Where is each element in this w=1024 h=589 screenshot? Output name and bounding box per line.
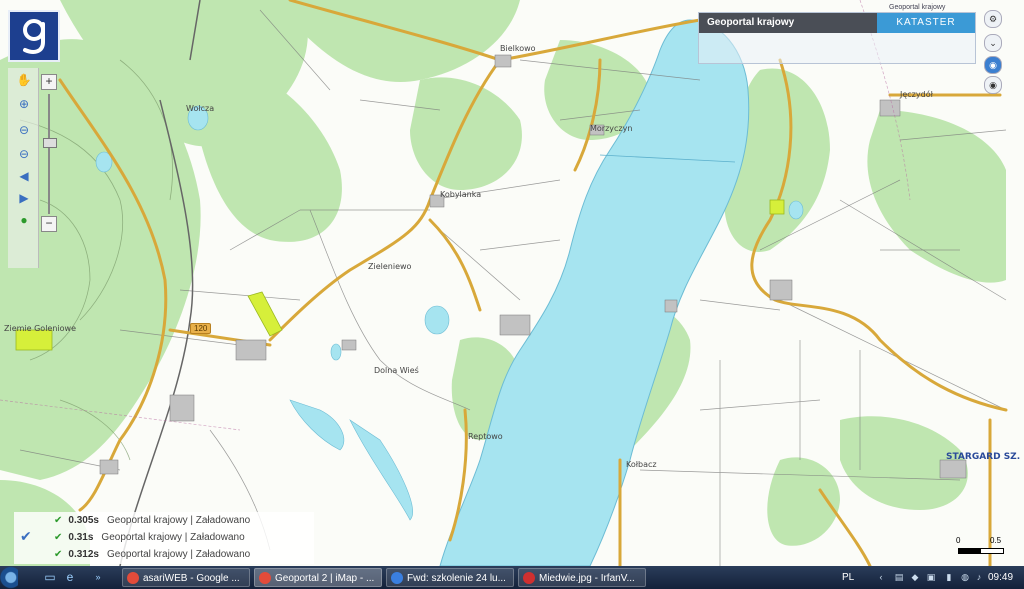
mail-icon [391, 572, 403, 584]
network-icon[interactable]: ◍ [960, 572, 970, 582]
scale-graphic [958, 548, 1004, 554]
start-button[interactable] [0, 566, 18, 589]
check-icon: ✔ [54, 549, 63, 560]
map-label: Ziemie Goleniowe [4, 324, 76, 333]
log-source: Geoportal krajowy [101, 532, 183, 543]
taskbar-item[interactable]: asariWEB - Google ... [122, 568, 250, 587]
check-icon: ✔ [54, 515, 63, 526]
log-time: 0.312s [68, 549, 99, 560]
system-tray: PL ‹ ▤ ◆ ▣ ▮ ◍ ♪ 09:49 [836, 566, 1024, 589]
hand-icon[interactable]: ✋ [16, 72, 32, 88]
task-label: Geoportal 2 | iMap - ... [275, 573, 375, 584]
chevron-right-icon[interactable]: » [90, 570, 106, 584]
irfanview-icon [523, 572, 535, 584]
log-row: ✔ 0.305s Geoportal krajowy | Załadowano [54, 515, 251, 526]
road-number-shield: 120 [190, 323, 212, 334]
scale-left-label: 0 [956, 536, 961, 545]
taskbar-item[interactable]: Miedwie.jpg - IrfanV... [518, 568, 646, 587]
map-label: Reptowo [468, 432, 503, 441]
log-status: Załadowano [195, 549, 251, 560]
log-time: 0.31s [68, 532, 94, 543]
app-icon[interactable]: ▣ [926, 572, 936, 582]
zoom-minus-button[interactable]: − [41, 216, 57, 232]
map-toolbar: ✋ ⊕ ⊖ ⊖ ◀ ▶ ● [8, 68, 39, 268]
layer-panel: Geoportal krajowy Geoportal krajowy KATA… [698, 4, 976, 64]
language-indicator[interactable]: PL [842, 566, 854, 589]
zoom-slider[interactable]: + − [40, 74, 58, 234]
printer-icon[interactable]: ▤ [894, 572, 904, 582]
chrome-icon [259, 572, 271, 584]
check-icon: ✔ [20, 528, 32, 544]
log-row: ✔ 0.31s Geoportal krajowy | Załadowano [54, 532, 245, 543]
map-label: Jęczydół [900, 90, 933, 99]
arrow-right-icon[interactable]: ▶ [16, 190, 32, 206]
geoportal-g-icon [23, 19, 45, 54]
info-icon[interactable]: ● [16, 212, 32, 228]
zoom-track[interactable] [48, 94, 50, 214]
zoom-out-icon[interactable]: ⊖ [16, 146, 32, 162]
map-label: Dolna Wieś [374, 366, 419, 375]
task-label: asariWEB - Google ... [143, 573, 240, 584]
map-label: Zieleniewo [368, 262, 412, 271]
taskbar-item[interactable]: Geoportal 2 | iMap - ... [254, 568, 382, 587]
scale-right-label: 0.5 [990, 536, 1002, 545]
scale-bar: 0 0.5 [956, 536, 1006, 558]
task-label: Miedwie.jpg - IrfanV... [539, 573, 635, 584]
zoom-in-icon[interactable]: ⊕ [16, 96, 32, 112]
arrow-left-icon[interactable]: ◀ [16, 168, 32, 184]
ie-icon[interactable]: e [62, 570, 78, 584]
log-source: Geoportal krajowy [106, 515, 188, 526]
taskbar-item[interactable]: Fwd: szkolenie 24 lu... [386, 568, 514, 587]
signal-icon[interactable]: ▮ [944, 572, 954, 582]
map-label: Wołcza [186, 104, 215, 113]
gear-icon[interactable]: ⚙ [984, 10, 1002, 28]
windows-taskbar: ▭ e » asariWEB - Google ... Geoportal 2 … [0, 566, 1024, 589]
log-status: Załadowano [195, 515, 251, 526]
shield-icon[interactable]: ◆ [910, 572, 920, 582]
map-label: Kołbacz [626, 460, 657, 469]
task-label: Fwd: szkolenie 24 lu... [407, 573, 506, 584]
geoportal-logo[interactable] [8, 10, 60, 62]
check-icon: ✔ [54, 532, 63, 543]
log-source: Geoportal krajowy [106, 549, 188, 560]
desktop-icon[interactable]: ▭ [42, 570, 58, 584]
zoom-plus-button[interactable]: + [41, 74, 57, 90]
eye-icon[interactable]: ◉ [984, 76, 1002, 94]
kataster-button[interactable]: KATASTER [877, 13, 975, 33]
chevron-left-icon[interactable]: ‹ [876, 572, 886, 582]
eye-icon[interactable]: ◉ [984, 56, 1002, 74]
layer-subtitle: Geoportal krajowy [889, 4, 946, 11]
log-status: Załadowano [190, 532, 245, 543]
side-controls: ⚙ ⌄ ◉ ◉ [982, 10, 1002, 94]
loading-log: ✔ ✔ 0.305s Geoportal krajowy | Załadowano … [14, 512, 314, 564]
log-time: 0.305s [68, 515, 99, 526]
clock[interactable]: 09:49 [988, 566, 1013, 589]
zoom-handle[interactable] [43, 138, 57, 148]
chrome-icon [127, 572, 139, 584]
layer-title[interactable]: Geoportal krajowy [699, 13, 877, 33]
topographic-map[interactable] [0, 0, 1024, 566]
map-label: Bielkowo [500, 44, 536, 53]
chevron-down-icon[interactable]: ⌄ [984, 34, 1002, 52]
volume-icon[interactable]: ♪ [974, 572, 984, 582]
city-label-stargard: STARGARD SZ. [946, 452, 1021, 462]
zoom-out-icon[interactable]: ⊖ [16, 122, 32, 138]
map-label: Morzyczyn [590, 124, 633, 133]
map-label: Kobylanka [440, 190, 482, 199]
log-row: ✔ 0.312s Geoportal krajowy | Załadowano [54, 549, 251, 560]
